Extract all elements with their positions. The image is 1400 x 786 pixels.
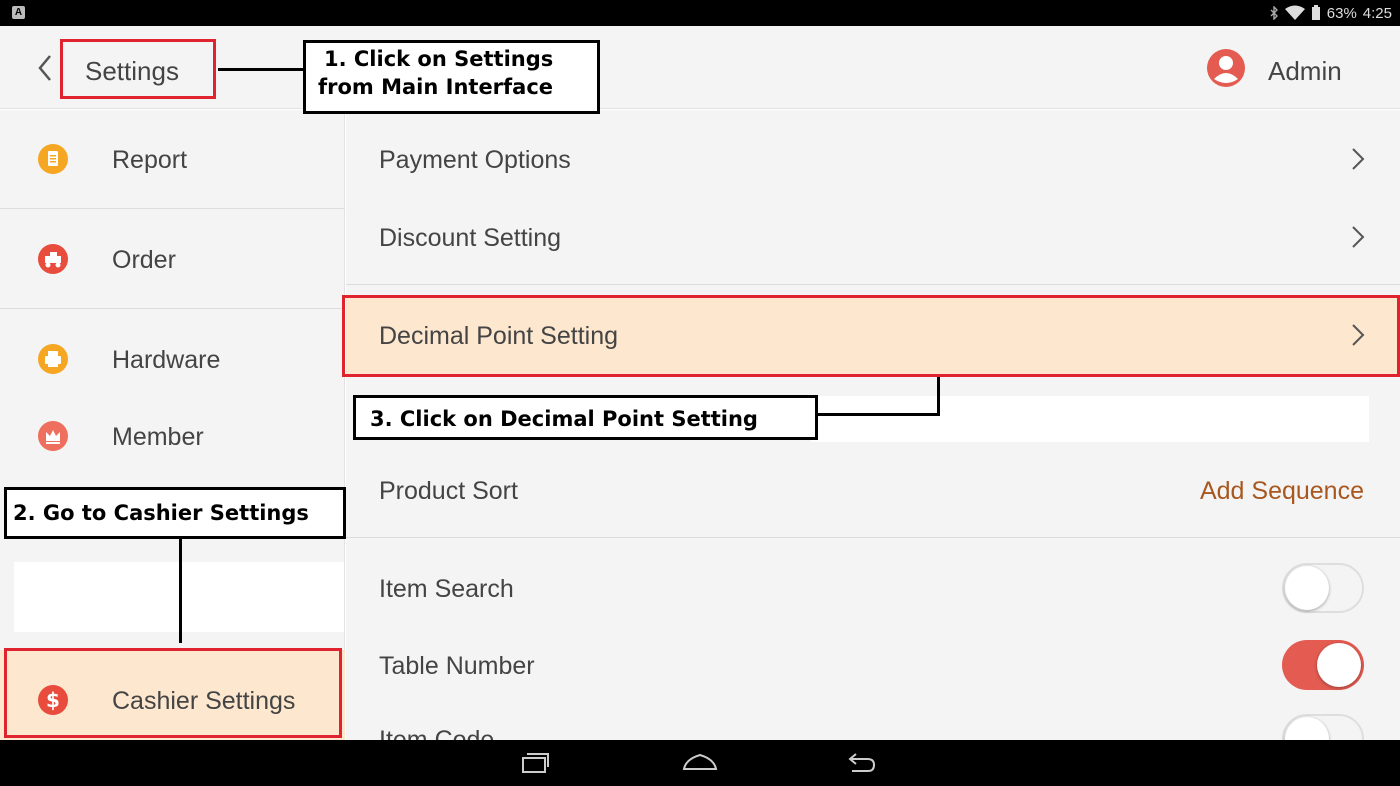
table-number-toggle[interactable] (1282, 640, 1364, 690)
sidebar: Report Order Hardware Member $ Cashier S… (0, 110, 345, 746)
annotation-highlight-decimal (342, 295, 1400, 377)
row-item-code: Item Code (346, 714, 1400, 740)
row-payment-options[interactable]: Payment Options (346, 110, 1400, 198)
annotation-text: 2. Go to Cashier Settings (13, 501, 309, 525)
row-label: Payment Options (379, 146, 571, 174)
back-nav-icon[interactable] (846, 751, 878, 775)
report-icon (38, 144, 68, 174)
sidebar-item-member[interactable]: Member (0, 388, 345, 486)
row-table-number: Table Number (346, 634, 1400, 714)
row-item-search: Item Search (346, 538, 1400, 634)
annotation-step-3: 3. Click on Decimal Point Setting (353, 395, 818, 440)
blank-band (811, 396, 1369, 442)
annotation-connector (815, 413, 940, 416)
battery-icon (1311, 5, 1320, 20)
sidebar-item-label: Order (112, 246, 176, 274)
sidebar-item-label: Report (112, 146, 188, 174)
toggle-knob (1285, 566, 1329, 610)
navigation-bar (0, 740, 1400, 786)
crown-icon (38, 421, 68, 451)
user-name[interactable]: Admin (1268, 56, 1342, 87)
row-label: Discount Setting (379, 224, 562, 252)
divider (346, 284, 1400, 285)
annotation-step-2: 2. Go to Cashier Settings (4, 487, 346, 539)
app-header: Settings Admin (0, 26, 1400, 109)
item-search-toggle[interactable] (1282, 563, 1364, 613)
bluetooth-icon (1270, 6, 1278, 20)
wifi-icon (1284, 5, 1305, 20)
back-arrow-icon[interactable] (30, 50, 60, 86)
row-product-sort: Product Sort Add Sequence (346, 450, 1400, 538)
printer-icon (38, 344, 68, 374)
chevron-right-icon (1352, 148, 1365, 170)
battery-percent: 63% (1326, 4, 1357, 22)
annotation-text: 3. Click on Decimal Point Setting (370, 407, 758, 431)
user-avatar-icon[interactable] (1206, 48, 1246, 88)
sidebar-item-order[interactable]: Order (0, 209, 345, 307)
chevron-right-icon (1352, 226, 1365, 248)
annotation-connector (937, 377, 940, 416)
recent-apps-icon[interactable] (520, 751, 550, 775)
row-label: Item Search (379, 575, 514, 603)
row-discount-setting[interactable]: Discount Setting (346, 198, 1400, 284)
status-bar: A 63% 4:25 (0, 0, 1400, 26)
annotation-step-1: 1. Click on Settings from Main Interface (303, 40, 600, 114)
annotation-connector (179, 539, 182, 643)
clock: 4:25 (1362, 4, 1392, 22)
sidebar-item-label: Hardware (112, 346, 221, 374)
order-icon (38, 244, 68, 274)
annotation-connector (218, 68, 304, 71)
row-label: Product Sort (379, 477, 518, 505)
add-sequence-link[interactable]: Add Sequence (1200, 477, 1364, 506)
sidebar-item-report[interactable]: Report (0, 110, 345, 208)
status-indicators: 63% 4:25 (1269, 3, 1392, 23)
annotation-text: from Main Interface (318, 75, 554, 99)
sidebar-item-label: Member (112, 423, 204, 451)
row-label: Table Number (379, 652, 535, 680)
toggle-knob (1317, 643, 1361, 687)
toggle-knob (1285, 717, 1329, 740)
item-code-toggle[interactable] (1282, 714, 1364, 740)
row-label: Item Code (379, 726, 495, 740)
home-icon[interactable] (682, 751, 718, 775)
annotation-highlight-settings (60, 39, 216, 99)
annotation-highlight-cashier (4, 648, 342, 738)
annotation-text: 1. Click on Settings (324, 47, 554, 71)
notification-icon: A (12, 6, 25, 19)
